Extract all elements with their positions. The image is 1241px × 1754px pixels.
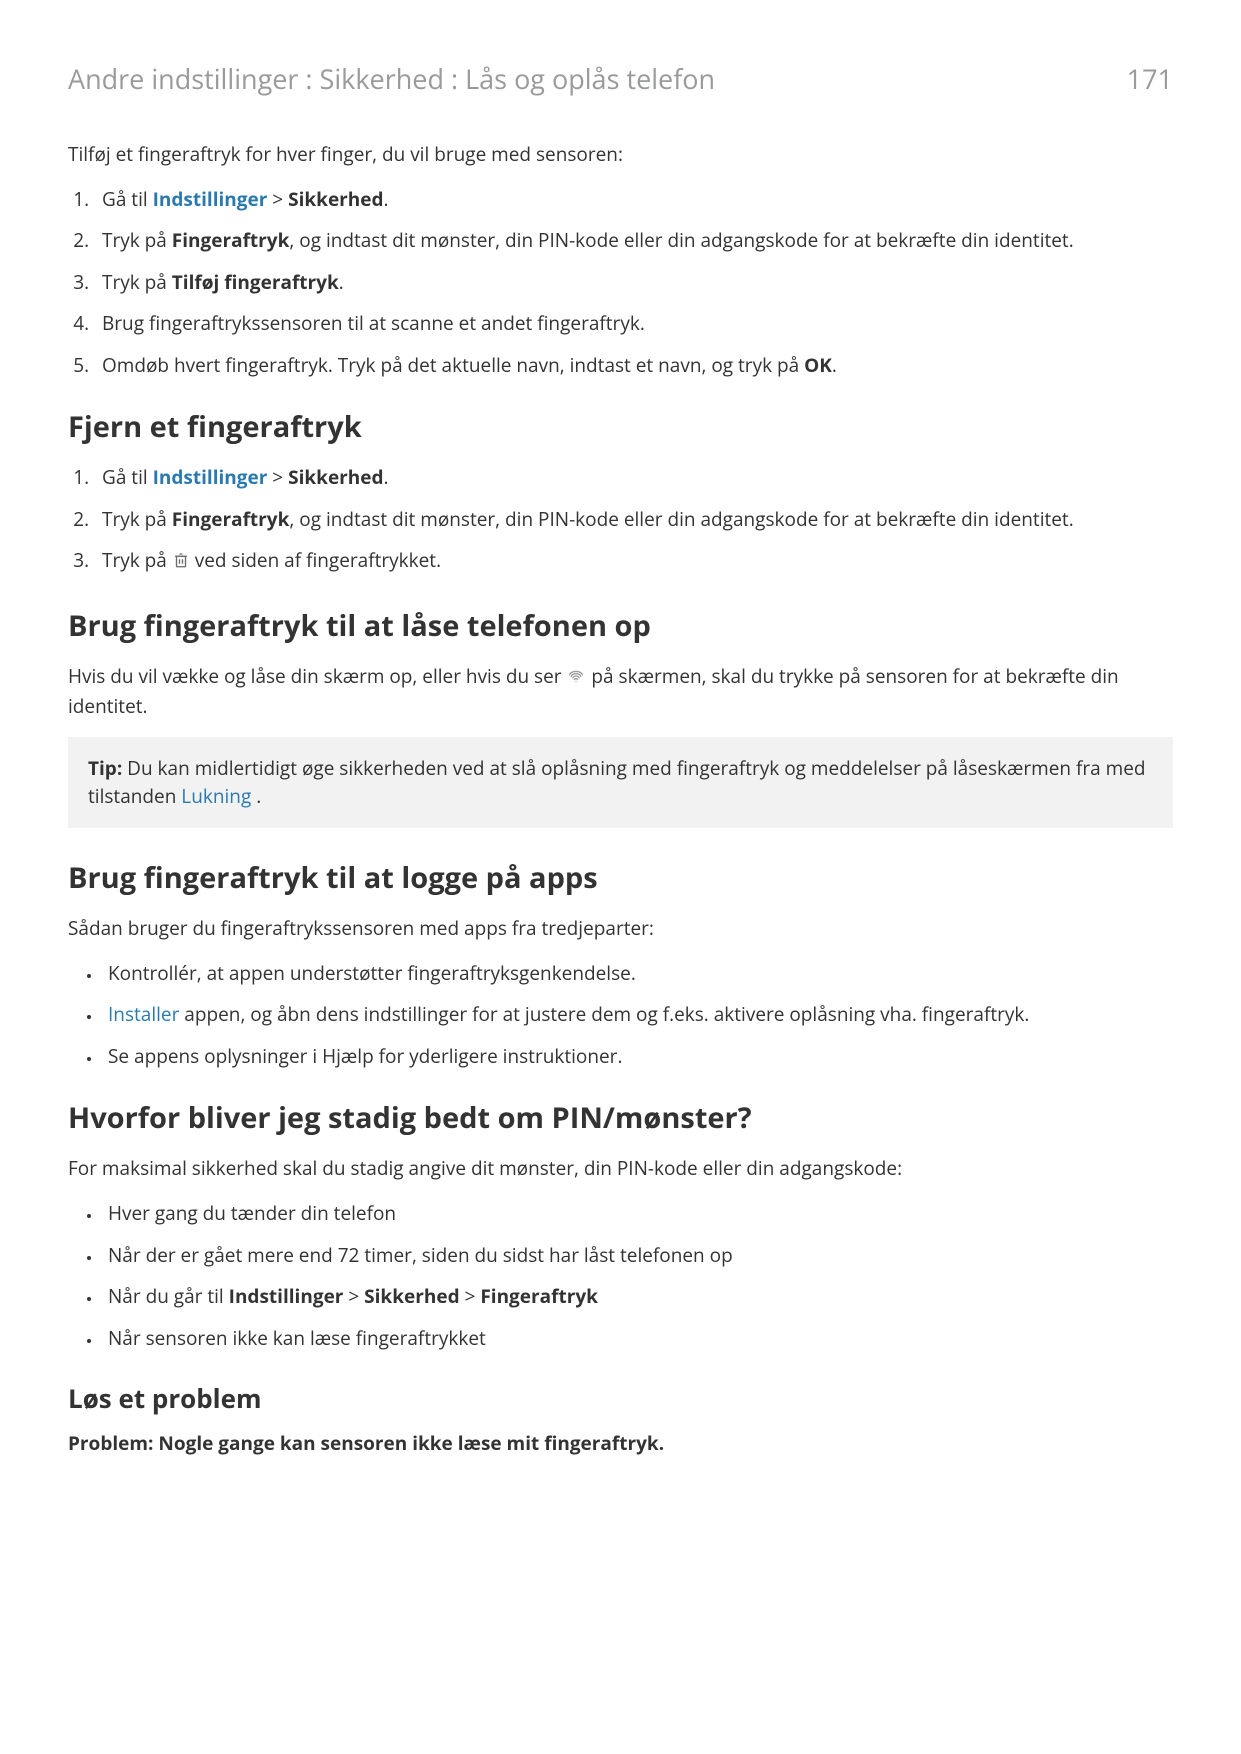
apps-list: Kontrollér, at appen understøtter finger… xyxy=(68,960,1173,1071)
text: Tryk på xyxy=(102,547,172,573)
why-list: Hver gang du tænder din telefon Når der … xyxy=(68,1200,1173,1352)
lockdown-link[interactable]: Lukning xyxy=(181,783,251,809)
text-bold: Fingeraftryk xyxy=(172,227,290,253)
text: > xyxy=(460,1283,481,1309)
text: Gå til xyxy=(102,186,153,212)
text-bold: Indstillinger xyxy=(229,1283,344,1309)
text: . xyxy=(251,783,261,809)
list-item: Tryk på Tilføj fingeraftryk. xyxy=(94,269,1173,297)
breadcrumb: Andre indstillinger : Sikkerhed : Lås og… xyxy=(68,60,715,97)
page-number: 171 xyxy=(1127,60,1173,97)
heading-fix: Løs et problem xyxy=(68,1380,1173,1416)
install-link[interactable]: Installer xyxy=(108,1001,179,1027)
remove-fingerprint-list: Gå til Indstillinger > Sikkerhed. Tryk p… xyxy=(68,464,1173,578)
list-item: Omdøb hvert fingeraftryk. Tryk på det ak… xyxy=(94,352,1173,380)
text-bold: Fingeraftryk xyxy=(480,1283,598,1309)
text-bold: OK xyxy=(804,352,832,378)
list-item: Tryk på Fingeraftryk, og indtast dit møn… xyxy=(94,227,1173,255)
fingerprint-icon xyxy=(566,666,586,693)
text-bold: Sikkerhed xyxy=(288,186,383,212)
list-item: Gå til Indstillinger > Sikkerhed. xyxy=(94,186,1173,214)
heading-why: Hvorfor bliver jeg stadig bedt om PIN/mø… xyxy=(68,1098,1173,1137)
apps-intro: Sådan bruger du fingeraftrykssensoren me… xyxy=(68,915,1173,942)
list-item: Tryk på Fingeraftryk, og indtast dit møn… xyxy=(94,506,1173,534)
tip-box: Tip: Du kan midlertidigt øge sikkerheden… xyxy=(68,737,1173,828)
intro-text: Tilføj et fingeraftryk for hver finger, … xyxy=(68,141,1173,168)
text: appen, og åbn dens indstillinger for at … xyxy=(179,1001,1029,1027)
text: Gå til xyxy=(102,464,153,490)
text: Tryk på xyxy=(102,227,172,253)
text-bold: Problem: Nogle gange kan sensoren ikke l… xyxy=(68,1430,664,1456)
trash-icon xyxy=(172,550,190,578)
list-item: Gå til Indstillinger > Sikkerhed. xyxy=(94,464,1173,492)
text: . xyxy=(832,352,837,378)
text: Hvis du vil vække og låse din skærm op, … xyxy=(68,663,566,689)
text-bold: Fingeraftryk xyxy=(172,506,290,532)
text: Tryk på xyxy=(102,506,172,532)
text: . xyxy=(384,186,389,212)
list-item: Når sensoren ikke kan læse fingeraftrykk… xyxy=(102,1325,1173,1353)
text: , og indtast dit mønster, din PIN-kode e… xyxy=(289,227,1073,253)
text: > xyxy=(267,186,288,212)
text: > xyxy=(267,464,288,490)
text: . xyxy=(339,269,344,295)
text: , og indtast dit mønster, din PIN-kode e… xyxy=(289,506,1073,532)
fix-problem: Problem: Nogle gange kan sensoren ikke l… xyxy=(68,1430,1173,1457)
text-bold: Sikkerhed xyxy=(288,464,383,490)
text-bold: Tilføj fingeraftryk xyxy=(172,269,339,295)
text: ved siden af fingeraftrykket. xyxy=(190,547,441,573)
tip-label: Tip: xyxy=(88,755,122,781)
page: Andre indstillinger : Sikkerhed : Lås og… xyxy=(0,0,1241,1754)
list-item: Tryk på ved siden af fingeraftrykket. xyxy=(94,547,1173,578)
settings-link[interactable]: Indstillinger xyxy=(153,464,268,490)
list-item: Når du går til Indstillinger > Sikkerhed… xyxy=(102,1283,1173,1311)
heading-apps: Brug fingeraftryk til at logge på apps xyxy=(68,858,1173,897)
add-fingerprint-list: Gå til Indstillinger > Sikkerhed. Tryk p… xyxy=(68,186,1173,380)
unlock-text: Hvis du vil vække og låse din skærm op, … xyxy=(68,663,1173,719)
settings-link[interactable]: Indstillinger xyxy=(153,186,268,212)
text: > xyxy=(343,1283,364,1309)
text: Omdøb hvert fingeraftryk. Tryk på det ak… xyxy=(102,352,804,378)
list-item: Hver gang du tænder din telefon xyxy=(102,1200,1173,1228)
page-header: Andre indstillinger : Sikkerhed : Lås og… xyxy=(68,60,1173,97)
heading-remove: Fjern et fingeraftryk xyxy=(68,407,1173,446)
why-intro: For maksimal sikkerhed skal du stadig an… xyxy=(68,1155,1173,1182)
list-item: Installer appen, og åbn dens indstilling… xyxy=(102,1001,1173,1029)
text-bold: Sikkerhed xyxy=(364,1283,459,1309)
list-item: Når der er gået mere end 72 timer, siden… xyxy=(102,1242,1173,1270)
text: Når du går til xyxy=(108,1283,229,1309)
list-item: Kontrollér, at appen understøtter finger… xyxy=(102,960,1173,988)
heading-unlock: Brug fingeraftryk til at låse telefonen … xyxy=(68,606,1173,645)
list-item: Se appens oplysninger i Hjælp for yderli… xyxy=(102,1043,1173,1071)
list-item: Brug fingeraftrykssensoren til at scanne… xyxy=(94,310,1173,338)
text: Tryk på xyxy=(102,269,172,295)
text: . xyxy=(384,464,389,490)
